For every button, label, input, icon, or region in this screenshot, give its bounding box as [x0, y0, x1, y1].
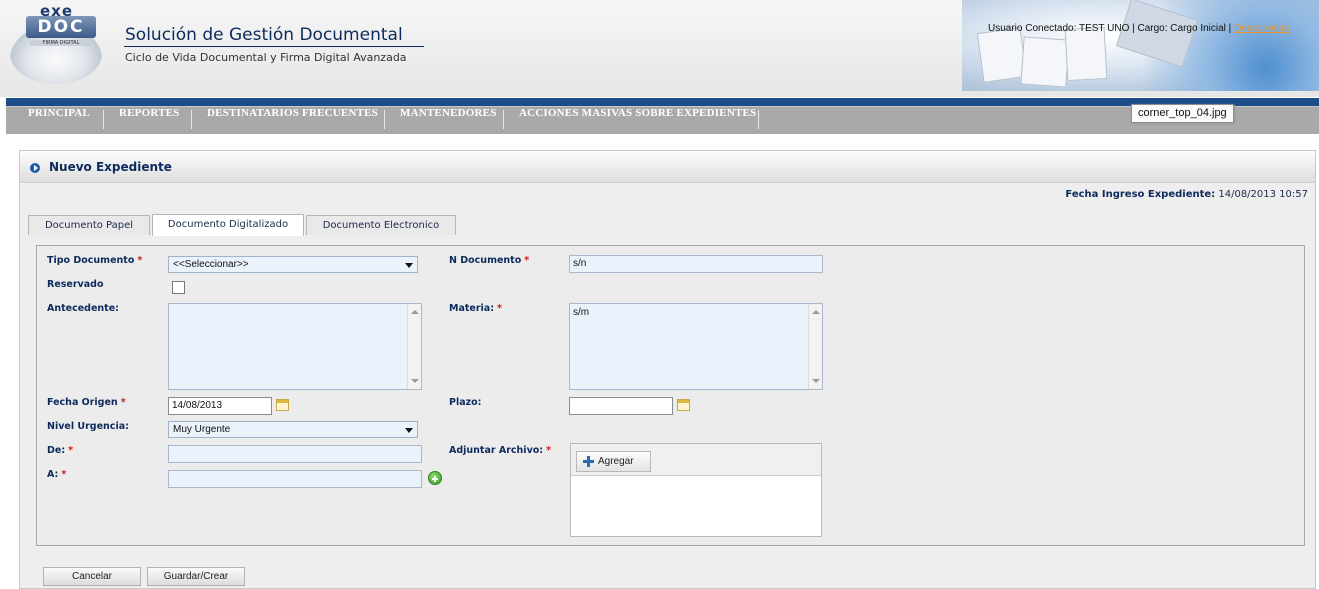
nivel-urgencia-select[interactable]: Muy Urgente [168, 421, 418, 438]
document-form: Tipo Documento * <<Seleccionar>> Reservad… [36, 245, 1305, 546]
required-mark: * [524, 255, 530, 266]
user-info-text: Usuario Conectado: TEST UNO | Cargo: Car… [988, 23, 1232, 34]
panel-title: Nuevo Expediente [49, 160, 172, 174]
agregar-label: Agregar [598, 456, 634, 467]
menu-separator [503, 110, 504, 129]
adjuntar-archivo-label: Adjuntar Archivo: * [449, 445, 552, 456]
materia-label: Materia: * [449, 303, 502, 314]
app-header: exe DOC FIRMA DIGITAL Solución de Gestió… [0, 0, 1319, 97]
a-input[interactable] [168, 470, 422, 488]
file-upload-area[interactable]: Agregar [570, 443, 822, 537]
logo-doc-text: DOC [26, 16, 96, 38]
header-banner-image [962, 0, 1319, 91]
reservado-label: Reservado [47, 279, 104, 290]
menu-item-destinatarios-frecuentes[interactable]: DESTINATARIOS FRECUENTES [207, 107, 378, 135]
tab-documento-electronico[interactable]: Documento Electronico [306, 215, 456, 235]
menu-separator [191, 110, 192, 129]
required-mark: * [120, 397, 126, 408]
menu-separator [758, 110, 759, 129]
n-documento-input[interactable]: s/n [569, 255, 823, 273]
logout-link[interactable]: Desconectar [1234, 23, 1290, 34]
tab-documento-digitalizado[interactable]: Documento Digitalizado [152, 214, 304, 236]
materia-textarea[interactable]: s/m [569, 303, 823, 390]
required-mark: * [137, 255, 143, 266]
title-divider [124, 46, 424, 47]
tipo-documento-label: Tipo Documento * [47, 255, 143, 266]
menu-item-reportes[interactable]: REPORTES [119, 107, 180, 135]
app-subtitle: Ciclo de Vida Documental y Firma Digital… [125, 51, 407, 64]
plazo-input[interactable] [569, 397, 673, 415]
tipo-documento-value: <<Seleccionar>> [173, 259, 249, 270]
calendar-icon[interactable] [276, 399, 289, 411]
tab-documento-papel[interactable]: Documento Papel [28, 215, 150, 235]
add-recipient-icon[interactable] [428, 471, 442, 485]
a-label: A: * [47, 469, 67, 480]
required-mark: * [68, 445, 74, 456]
fecha-origen-input[interactable]: 14/08/2013 [168, 397, 272, 415]
menu-item-mantenedores[interactable]: MANTENEDORES [400, 107, 497, 135]
save-button[interactable]: Guardar/Crear [147, 567, 245, 586]
fecha-ingreso-label: Fecha Ingreso Expediente: [1065, 189, 1216, 200]
menu-separator [384, 110, 385, 129]
de-input[interactable] [168, 445, 422, 463]
reservado-checkbox[interactable] [172, 281, 185, 294]
upload-toolbar: Agregar [571, 444, 821, 476]
menu-item-principal[interactable]: PRINCIPAL [28, 107, 90, 135]
menu-item-acciones-masivas[interactable]: ACCIONES MASIVAS SOBRE EXPEDIENTES [519, 107, 756, 135]
nuevo-expediente-panel: Nuevo Expediente Fecha Ingreso Expedient… [19, 150, 1316, 589]
nivel-urgencia-value: Muy Urgente [173, 424, 231, 435]
plus-icon [583, 456, 594, 467]
panel-header: Nuevo Expediente [20, 151, 1315, 183]
calendar-icon[interactable] [677, 399, 690, 411]
main-menu: PRINCIPAL REPORTES DESTINATARIOS FRECUEN… [6, 106, 1319, 134]
antecedente-textarea[interactable] [168, 303, 422, 390]
cancel-button[interactable]: Cancelar [43, 567, 141, 586]
agregar-button[interactable]: Agregar [576, 451, 651, 472]
tipo-documento-select[interactable]: <<Seleccionar>> [168, 256, 418, 273]
fecha-origen-label: Fecha Origen * [47, 397, 126, 408]
menu-separator [103, 110, 104, 129]
chevron-down-icon [405, 428, 413, 433]
header-accent-bar [6, 98, 1319, 106]
fecha-ingreso-value: 14/08/2013 10:57 [1218, 189, 1308, 200]
scrollbar[interactable] [407, 304, 421, 389]
user-info: Usuario Conectado: TEST UNO | Cargo: Car… [988, 23, 1290, 34]
arrow-circle-icon [30, 163, 40, 173]
image-tooltip: corner_top_04.jpg [1131, 104, 1234, 123]
required-mark: * [546, 445, 552, 456]
materia-value: s/m [573, 307, 590, 318]
chevron-down-icon [405, 263, 413, 268]
antecedente-label: Antecedente: [47, 303, 119, 314]
plazo-label: Plazo: [449, 397, 482, 408]
fecha-ingreso: Fecha Ingreso Expediente: 14/08/2013 10:… [1065, 189, 1308, 200]
required-mark: * [497, 303, 502, 314]
exedoc-logo: exe DOC FIRMA DIGITAL [6, 2, 106, 90]
nivel-urgencia-label: Nivel Urgencia: [47, 421, 129, 432]
logo-tagline: FIRMA DIGITAL [30, 40, 92, 46]
scrollbar[interactable] [808, 304, 822, 389]
n-documento-label: N Documento * [449, 255, 530, 266]
required-mark: * [61, 469, 67, 480]
de-label: De: * [47, 445, 74, 456]
app-title: Solución de Gestión Documental [125, 25, 403, 45]
